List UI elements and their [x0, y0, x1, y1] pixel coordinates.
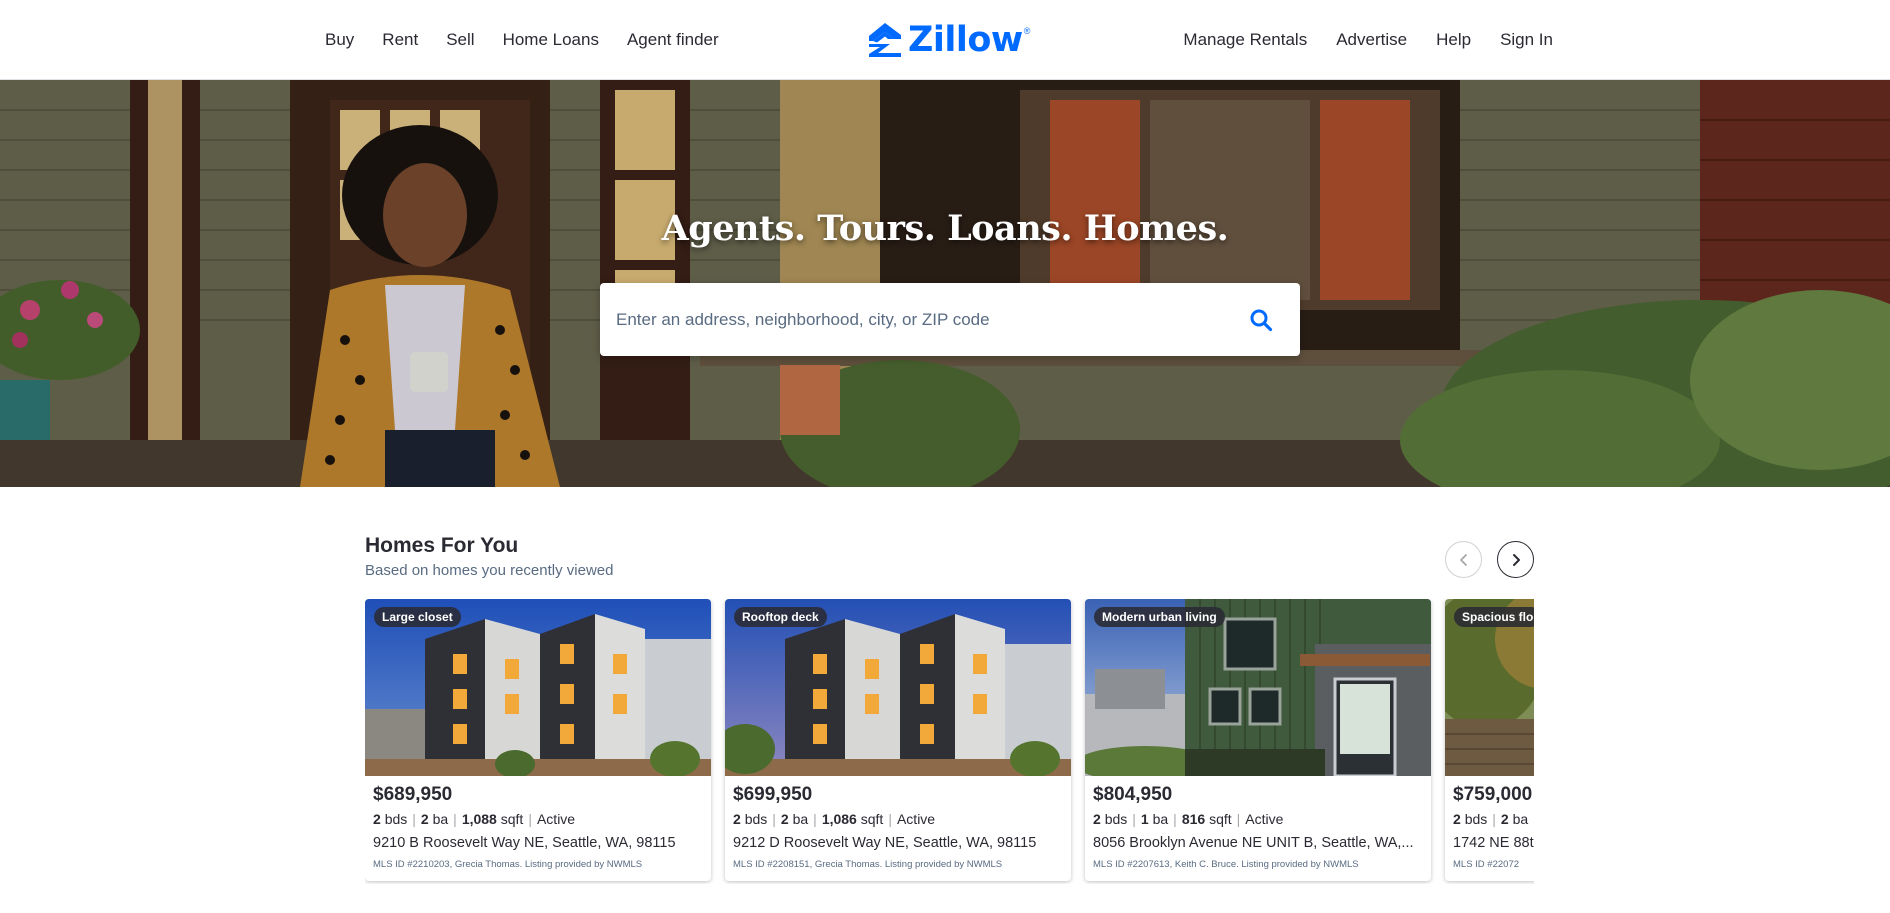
secondary-nav: Manage Rentals Advertise Help Sign In: [1154, 0, 1553, 80]
baths-count: 2: [420, 811, 429, 827]
home-facts: 2 bds | 2 ba | 1,088 sqft | Active: [373, 811, 576, 827]
zillow-logo-icon: [869, 23, 901, 57]
carousel-next-button[interactable]: [1497, 541, 1534, 578]
baths-unit: ba: [1152, 811, 1169, 827]
home-highlight-badge: Spacious flo: [1454, 607, 1534, 627]
home-highlight-badge: Modern urban living: [1094, 607, 1225, 627]
beds-unit: bds: [1104, 811, 1128, 827]
home-price: $759,000: [1453, 784, 1533, 805]
beds-count: 2: [1093, 811, 1101, 827]
chevron-right-icon: [1512, 553, 1520, 566]
search-button[interactable]: [1242, 301, 1280, 339]
home-address[interactable]: 1742 NE 88th: [1453, 835, 1534, 851]
baths-unit: ba: [432, 811, 449, 827]
home-facts: 2 bds | 2 ba: [1453, 811, 1529, 827]
mls-attribution: MLS ID #2208151, Grecia Thomas. Listing …: [733, 859, 1003, 870]
beds-unit: bds: [744, 811, 768, 827]
home-card[interactable]: Rooftop deck $699,950 2 bds | 2 ba | 1,086 s…: [725, 599, 1071, 881]
home-price: $689,950: [373, 784, 453, 805]
mls-attribution: MLS ID #2207613, Keith C. Bruce. Listing…: [1093, 859, 1359, 870]
mls-attribution: MLS ID #22072: [1453, 859, 1520, 870]
search-icon: [1250, 309, 1273, 332]
section-title: Homes For You: [365, 534, 519, 557]
nav-buy[interactable]: Buy: [325, 30, 354, 50]
sqft-value: 816: [1181, 811, 1206, 827]
beds-unit: bds: [1464, 811, 1488, 827]
search-input[interactable]: [600, 283, 1220, 356]
listing-status: Active: [1245, 811, 1284, 827]
beds-count: 2: [1453, 811, 1461, 827]
nav-manage-rentals[interactable]: Manage Rentals: [1183, 30, 1307, 50]
baths-unit: ba: [1512, 811, 1529, 827]
mls-attribution: MLS ID #2210203, Grecia Thomas. Listing …: [373, 859, 643, 870]
search-bar: [600, 283, 1300, 356]
chevron-left-icon: [1459, 553, 1467, 566]
listing-status: Active: [896, 811, 936, 827]
carousel-prev-button[interactable]: [1445, 541, 1482, 578]
baths-count: 1: [1140, 811, 1149, 827]
section-subtitle: Based on homes you recently viewed: [365, 562, 614, 579]
nav-home-loans[interactable]: Home Loans: [503, 30, 599, 50]
sqft-unit: sqft: [500, 811, 524, 827]
nav-rent[interactable]: Rent: [382, 30, 418, 50]
home-address[interactable]: 9210 B Roosevelt Way NE, Seattle, WA, 98…: [373, 835, 703, 851]
baths-unit: ba: [792, 811, 809, 827]
beds-unit: bds: [384, 811, 408, 827]
listing-status: Active: [536, 811, 576, 827]
home-address[interactable]: 9212 D Roosevelt Way NE, Seattle, WA, 98…: [733, 835, 1063, 851]
home-highlight-badge: Large closet: [374, 607, 461, 627]
nav-agent-finder[interactable]: Agent finder: [627, 30, 719, 50]
home-price: $699,950: [733, 784, 813, 805]
nav-help[interactable]: Help: [1436, 30, 1471, 50]
home-card[interactable]: Large closet $689,950 2 bds | 2 ba | 1,088 s…: [365, 599, 711, 881]
nav-advertise[interactable]: Advertise: [1336, 30, 1407, 50]
site-header: Buy Rent Sell Home Loans Agent finder Zi…: [0, 0, 1890, 80]
baths-count: 2: [780, 811, 789, 827]
homes-carousel: Large closet $689,950 2 bds | 2 ba | 1,088 s…: [365, 599, 1534, 884]
hero-banner: Agents. Tours. Loans. Homes.: [0, 80, 1890, 487]
nav-sell[interactable]: Sell: [446, 30, 474, 50]
nav-sign-in[interactable]: Sign In: [1500, 30, 1553, 50]
sqft-value: 1,086: [821, 811, 857, 827]
hero-title: Agents. Tours. Loans. Homes.: [661, 208, 1229, 249]
home-highlight-badge: Rooftop deck: [734, 607, 827, 627]
home-photo[interactable]: Spacious flo: [1445, 599, 1534, 776]
home-facts: 2 bds | 1 ba | 816 sqft | Active: [1093, 811, 1284, 827]
home-address[interactable]: 8056 Brooklyn Avenue NE UNIT B, Seattle,…: [1093, 835, 1423, 851]
beds-count: 2: [373, 811, 381, 827]
home-photo[interactable]: Large closet: [365, 599, 711, 776]
home-card[interactable]: Modern urban living $804,950 2 bds | 1 ba |…: [1085, 599, 1431, 881]
primary-nav: Buy Rent Sell Home Loans Agent finder: [325, 0, 747, 80]
home-photo[interactable]: Modern urban living: [1085, 599, 1431, 776]
home-price: $804,950: [1093, 784, 1173, 805]
baths-count: 2: [1500, 811, 1509, 827]
home-facts: 2 bds | 2 ba | 1,086 sqft | Active: [733, 811, 936, 827]
home-photo[interactable]: Rooftop deck: [725, 599, 1071, 776]
home-card[interactable]: Spacious flo $759,000 2 bds | 2 ba 1742 NE…: [1445, 599, 1534, 881]
beds-count: 2: [733, 811, 741, 827]
sqft-unit: sqft: [1209, 811, 1232, 827]
registered-mark: ®: [1023, 26, 1031, 36]
sqft-unit: sqft: [860, 811, 884, 827]
zillow-logo[interactable]: Zillow ®: [868, 20, 1030, 60]
zillow-logo-text: Zillow: [908, 19, 1023, 60]
sqft-value: 1,088: [461, 811, 497, 827]
